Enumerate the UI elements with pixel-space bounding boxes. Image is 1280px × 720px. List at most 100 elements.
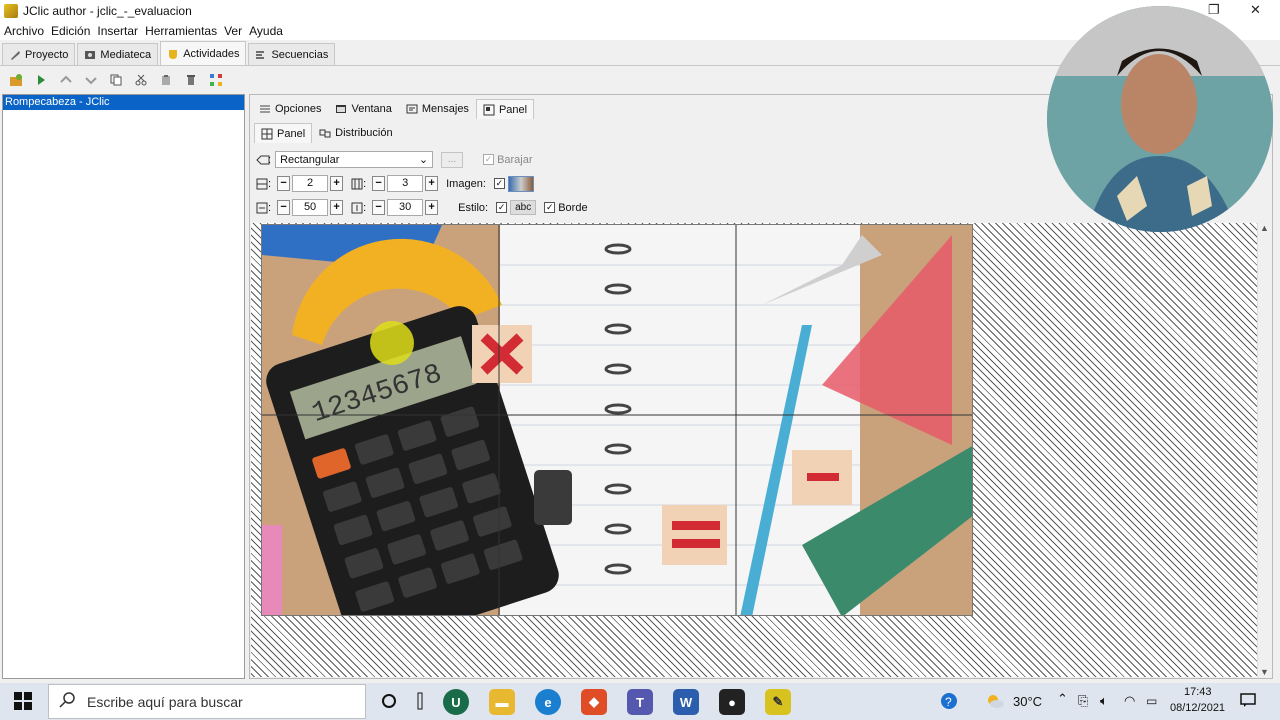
- menu-herramientas[interactable]: Herramientas: [145, 24, 217, 38]
- menu-insertar[interactable]: Insertar: [97, 24, 138, 38]
- teams-app-icon[interactable]: T: [627, 689, 653, 715]
- wifi-icon[interactable]: ◠: [1124, 693, 1135, 709]
- tab-actividades[interactable]: Actividades: [160, 41, 247, 65]
- vertical-scrollbar[interactable]: ▲ ▼: [1257, 223, 1271, 677]
- cols-decrement-button[interactable]: −: [372, 176, 386, 191]
- grid-icon: [261, 128, 273, 140]
- menu-edicion[interactable]: Edición: [51, 24, 90, 38]
- menu-ver[interactable]: Ver: [224, 24, 242, 38]
- width-increment-button[interactable]: +: [330, 200, 344, 215]
- copy-icon[interactable]: [106, 71, 125, 90]
- clock-time[interactable]: 17:43: [1184, 686, 1212, 698]
- scroll-down-icon[interactable]: ▼: [1258, 667, 1271, 677]
- panel-icon: [483, 104, 495, 116]
- cols-increment-button[interactable]: +: [425, 176, 439, 191]
- shuffle-checkbox[interactable]: ✓: [483, 154, 495, 165]
- activity-toolbar: [0, 68, 300, 92]
- tab-label: Distribución: [335, 127, 393, 139]
- width-label: :: [268, 201, 272, 214]
- tab-panel-grid[interactable]: Panel: [254, 123, 313, 143]
- paste-icon[interactable]: [156, 71, 175, 90]
- height-label: :: [363, 201, 367, 214]
- svg-text:?: ?: [945, 695, 952, 709]
- rows-increment-button[interactable]: +: [330, 176, 344, 191]
- meet-now-icon[interactable]: ⎘: [1078, 693, 1088, 709]
- columns-icon: [351, 178, 363, 190]
- rows-label: :: [268, 177, 272, 190]
- rows-icon: [256, 178, 268, 190]
- recorder-app-icon[interactable]: ●: [719, 689, 745, 715]
- rows-input[interactable]: 2: [292, 175, 329, 192]
- upwork-app-icon[interactable]: U: [443, 689, 469, 715]
- jclic-taskbar-icon[interactable]: ✎: [765, 689, 791, 715]
- cols-label: :: [363, 177, 367, 190]
- shape-options-button[interactable]: ...: [441, 151, 464, 168]
- brave-browser-icon[interactable]: ◆: [581, 689, 607, 715]
- delete-icon[interactable]: [181, 71, 200, 90]
- move-down-icon[interactable]: [81, 71, 100, 90]
- rows-decrement-button[interactable]: −: [277, 176, 291, 191]
- word-app-icon[interactable]: W: [673, 689, 699, 715]
- restore-icon[interactable]: ❐: [1208, 2, 1220, 18]
- tab-distribucion[interactable]: Distribución: [312, 123, 399, 143]
- window-title: JClic author - jclic_-_evaluacion: [23, 4, 192, 18]
- close-icon[interactable]: ✕: [1250, 2, 1261, 18]
- shape-value: Rectangular: [280, 153, 340, 166]
- media-icon: [84, 49, 96, 61]
- play-icon[interactable]: [31, 71, 50, 90]
- structure-icon[interactable]: [206, 71, 225, 90]
- tab-label: Secuencias: [271, 48, 329, 61]
- puzzle-image[interactable]: 12345678: [261, 224, 973, 616]
- height-input[interactable]: 30: [387, 199, 424, 216]
- taskbar-search-input[interactable]: Escribe aquí para buscar: [48, 684, 366, 719]
- chevron-up-icon[interactable]: ⌃: [1057, 691, 1068, 707]
- battery-icon[interactable]: ▭: [1146, 694, 1157, 708]
- height-increment-button[interactable]: +: [425, 200, 439, 215]
- tab-mediateca[interactable]: Mediateca: [77, 43, 159, 65]
- style-sample[interactable]: abc: [510, 200, 537, 215]
- clock-date[interactable]: 08/12/2021: [1170, 702, 1225, 714]
- cut-icon[interactable]: [131, 71, 150, 90]
- shape-select[interactable]: Rectangular ⌄: [275, 151, 434, 168]
- weather-icon: [985, 692, 1005, 713]
- messages-icon: [406, 103, 418, 115]
- tab-opciones[interactable]: Opciones: [252, 99, 328, 119]
- presenter-video: [1047, 6, 1273, 232]
- edge-browser-icon[interactable]: e: [535, 689, 561, 715]
- task-view-icon[interactable]: [417, 692, 423, 713]
- menu-ayuda[interactable]: Ayuda: [249, 24, 283, 38]
- style-checkbox[interactable]: ✓: [496, 202, 508, 213]
- temperature-text: 30°C: [1013, 694, 1043, 709]
- tab-mensajes[interactable]: Mensajes: [399, 99, 476, 119]
- tab-secuencias[interactable]: Secuencias: [248, 43, 336, 65]
- scroll-up-icon[interactable]: ▲: [1258, 223, 1271, 233]
- image-label: Imagen:: [446, 177, 486, 190]
- file-explorer-icon[interactable]: ▬: [489, 689, 515, 715]
- tab-panel[interactable]: Panel: [475, 99, 535, 119]
- volume-icon[interactable]: 🔈︎: [1100, 693, 1108, 709]
- notifications-icon[interactable]: [1240, 692, 1256, 711]
- height-icon: [351, 202, 363, 214]
- width-decrement-button[interactable]: −: [277, 200, 291, 215]
- width-input[interactable]: 50: [292, 199, 329, 216]
- height-decrement-button[interactable]: −: [372, 200, 386, 215]
- new-activity-icon[interactable]: [6, 71, 25, 90]
- border-checkbox[interactable]: ✓: [544, 202, 556, 213]
- cols-input[interactable]: 3: [387, 175, 424, 192]
- puzzle-artwork: 12345678: [262, 225, 972, 615]
- list-item[interactable]: Rompecabeza - JClic: [3, 95, 244, 110]
- search-icon: [59, 692, 75, 711]
- panel-subtabs: Panel Distribución: [254, 121, 400, 143]
- menu-archivo[interactable]: Archivo: [4, 24, 44, 38]
- tab-proyecto[interactable]: Proyecto: [2, 43, 76, 65]
- help-icon[interactable]: ?: [940, 692, 960, 715]
- image-checkbox[interactable]: ✓: [493, 178, 505, 189]
- windows-start-icon[interactable]: [14, 692, 32, 713]
- shape-icon: [256, 154, 270, 166]
- tab-ventana[interactable]: Ventana: [328, 99, 398, 119]
- image-thumbnail[interactable]: [507, 175, 534, 192]
- sequence-icon: [255, 49, 267, 61]
- move-up-icon[interactable]: [56, 71, 75, 90]
- wrench-icon: [9, 49, 21, 61]
- cortana-icon[interactable]: [381, 693, 397, 712]
